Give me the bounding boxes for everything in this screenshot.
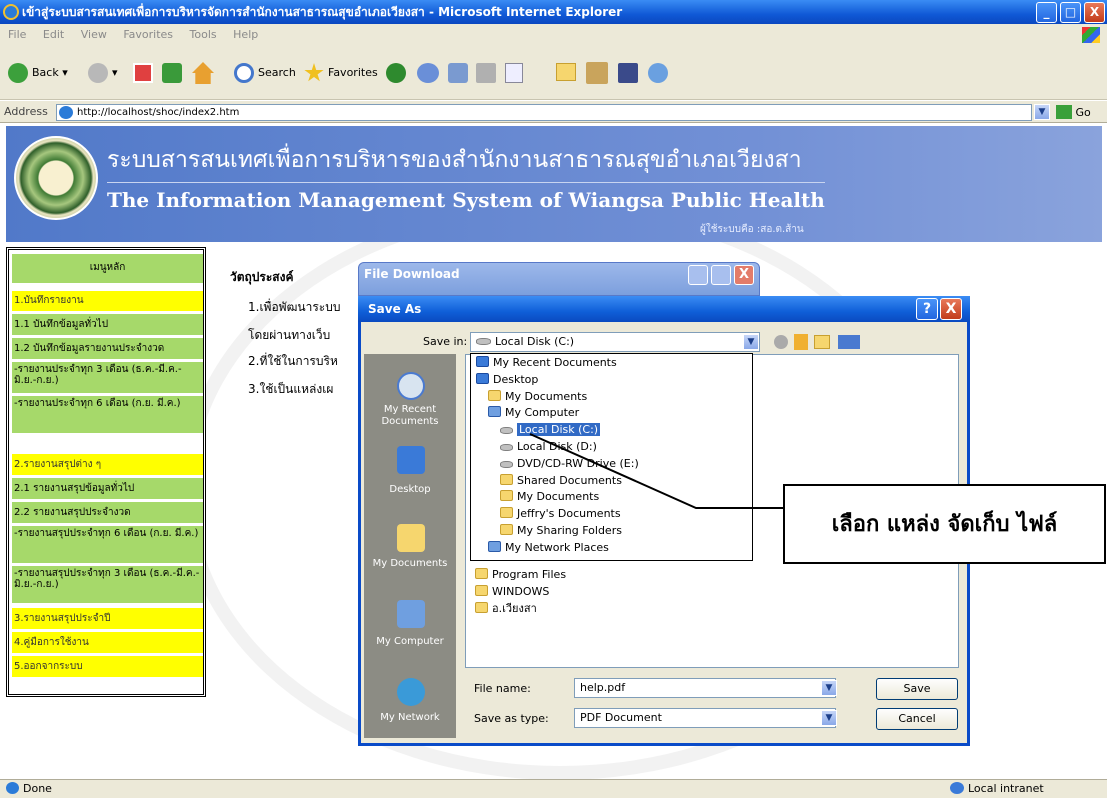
- zone-label: Local intranet: [968, 782, 1044, 795]
- callout-pointer: [529, 433, 783, 509]
- callout-label: เลือก แหล่ง จัดเก็บ ไฟล์: [783, 484, 1106, 564]
- zone-indicator: Local intranet: [950, 782, 1044, 796]
- done-page-icon: [6, 782, 19, 794]
- status-bar: Done: [0, 779, 1107, 798]
- status-text: Done: [23, 782, 52, 795]
- intranet-icon: [950, 782, 964, 794]
